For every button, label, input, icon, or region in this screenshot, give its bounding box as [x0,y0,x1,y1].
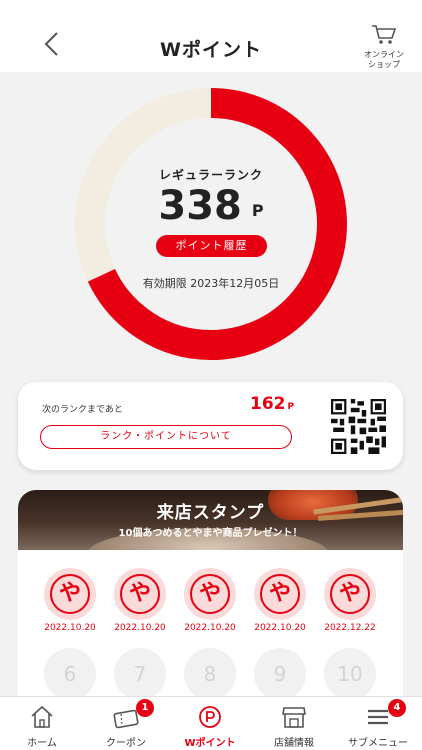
stamp-card: 来店スタンプ 10個あつめるとやまや商品プレゼント！ や や や や や 202… [18,490,403,700]
points-expiry: 有効期限 2023年12月05日 [142,277,280,290]
stamp-collected: や [44,568,96,620]
next-rank-value: 162 [250,394,286,414]
stamp-empty-slot: 7 [114,648,166,700]
bottom-tab-bar: ホーム 1 クーポン Wポイント 店舗情報 4 サブメニュー [0,696,422,750]
stamp-date: 2022.10.20 [254,623,306,633]
next-rank-points: 162 P [250,394,294,414]
store-icon [282,707,306,728]
tab-home[interactable]: ホーム [0,697,84,750]
points-value: 338 [158,183,242,229]
next-rank-unit: P [287,402,295,412]
yamaya-stamp-icon: や [330,574,370,614]
stamp-date: 2022.10.20 [184,623,236,633]
stamp-collected: や [324,568,376,620]
yamaya-stamp-icon: や [120,574,160,614]
tab-coupon[interactable]: 1 クーポン [84,697,168,750]
tab-sub-menu-label: サブメニュー [348,738,408,749]
stamp-empty-slot: 8 [184,648,236,700]
stamp-date: 2022.10.20 [44,623,96,633]
stamp-empty-slot: 10 [324,648,376,700]
point-icon [199,706,221,728]
next-rank-card: 次のランクまであと 162 P ランク・ポイントについて [18,382,403,470]
yamaya-stamp-icon: や [260,574,300,614]
stamp-date: 2022.12.22 [324,623,376,633]
yamaya-stamp-icon: や [50,574,90,614]
online-shop-button[interactable]: オンライン ショップ [358,24,410,70]
rank-label: レギュラーランク [158,168,263,182]
stamp-collected: や [254,568,306,620]
points-gauge: レギュラーランク 338 P ポイント履歴 有効期限 2023年12月05日 [75,88,347,360]
stamp-empty-slot: 9 [254,648,306,700]
point-history-button[interactable]: ポイント履歴 [156,235,267,257]
online-shop-label: オンライン ショップ [364,50,404,69]
stamp-empty-slot: 6 [44,648,96,700]
rank-info-button[interactable]: ランク・ポイントについて [40,425,292,449]
points-unit: P [251,201,264,220]
header: Wポイント オンライン ショップ [0,0,422,72]
tab-w-point-label: Wポイント [184,738,236,749]
stamp-collected: や [184,568,236,620]
stamp-title: 来店スタンプ [156,503,265,523]
stamp-subtitle: 10個あつめるとやまや商品プレゼント！ [118,528,303,539]
points-summary: レギュラーランク 338 P ポイント履歴 有効期限 2023年12月05日 [75,88,347,360]
tab-sub-menu[interactable]: 4 サブメニュー [336,697,420,750]
yamaya-stamp-icon: や [190,574,230,614]
qr-code-icon[interactable] [331,399,386,454]
tab-coupon-label: クーポン [106,738,146,749]
stamp-collected: や [114,568,166,620]
home-icon [31,705,53,728]
tab-w-point[interactable]: Wポイント [168,697,252,750]
tab-home-label: ホーム [27,738,57,749]
stamp-banner: 来店スタンプ 10個あつめるとやまや商品プレゼント！ [18,490,403,550]
stamp-date: 2022.10.20 [114,623,166,633]
next-rank-label: 次のランクまであと [42,405,123,415]
coupon-badge: 1 [136,699,154,717]
points-display: 338 P [75,182,347,235]
tab-store-info-label: 店舗情報 [274,738,314,749]
cart-icon [372,25,397,44]
sub-menu-badge: 4 [388,699,406,717]
tab-store-info[interactable]: 店舗情報 [252,697,336,750]
